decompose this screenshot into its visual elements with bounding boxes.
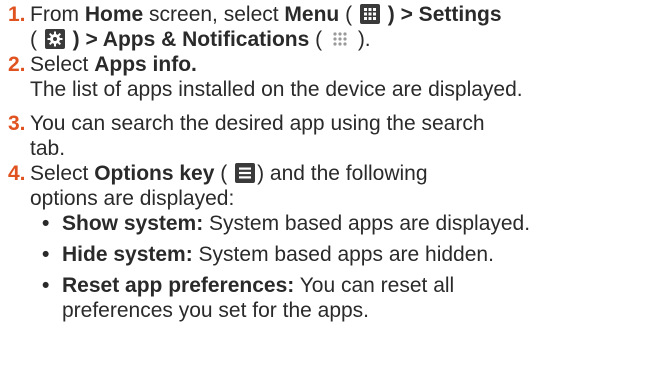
- step-line: tab.: [30, 136, 659, 161]
- apps-notifications-label: ) > Apps & Notifications: [66, 28, 310, 51]
- settings-gear-icon: [44, 29, 65, 49]
- option-name: Show system:: [62, 212, 204, 235]
- list-item: • Reset app preferences: You can reset a…: [40, 273, 659, 323]
- step-text: Select: [30, 162, 95, 185]
- step-text: Select: [30, 53, 95, 76]
- option-description: System based apps are displayed.: [203, 212, 531, 235]
- menu-grid-icon: [359, 4, 380, 24]
- step-text: The list of apps installed on the device…: [30, 78, 523, 101]
- list-item: • Hide system: System based apps are hid…: [40, 242, 659, 267]
- options-list-icon: [235, 163, 256, 183]
- step-line: You can search the desired app using the…: [30, 111, 659, 136]
- bullet-dot: •: [42, 274, 50, 297]
- step-text: You can search the desired app using the…: [30, 112, 485, 135]
- step-line: From Home screen, select Menu ( ) > Sett…: [30, 2, 659, 27]
- step-text: options are displayed:: [30, 187, 235, 210]
- step-text: tab.: [30, 137, 66, 160]
- step-body: From Home screen, select Menu ( ) > Sett…: [30, 2, 659, 52]
- bullet-dot: •: [42, 212, 50, 235]
- bullet-dot: •: [42, 243, 50, 266]
- step-line: ( ) > Apps & Notifications ( ).: [30, 27, 659, 52]
- step-line: Select Options key ( ) and the following: [30, 161, 659, 186]
- step-number: 4.: [8, 162, 26, 185]
- option-name: Hide system:: [62, 243, 193, 266]
- step-text: ).: [351, 28, 371, 51]
- list-item: • Show system: System based apps are dis…: [40, 211, 659, 236]
- home-label: Home: [84, 3, 144, 26]
- option-name: Reset app preferences:: [62, 274, 295, 297]
- instruction-document: 1. From Home screen, select Menu ( ) > S…: [0, 0, 659, 374]
- step-text: screen, select: [143, 3, 285, 26]
- apps-dots-icon: [333, 32, 347, 46]
- step-body: Select Options key ( ) and the following…: [30, 161, 659, 211]
- step-text: (: [214, 162, 234, 185]
- step-number: 3.: [8, 112, 26, 135]
- step-text: ) and the following: [257, 162, 428, 185]
- step-number: 1.: [8, 3, 26, 26]
- step-body: You can search the desired app using the…: [30, 111, 659, 161]
- step-text: (: [339, 3, 358, 26]
- step-line: options are displayed:: [30, 186, 659, 211]
- step-text: (: [30, 28, 43, 51]
- option-description: preferences you set for the apps.: [62, 299, 370, 322]
- step-number: 2.: [8, 53, 26, 76]
- step-text: From: [30, 3, 85, 26]
- option-description: You can reset all: [294, 274, 455, 297]
- options-key-label: Options key: [94, 162, 215, 185]
- step-body: Select Apps info. The list of apps insta…: [30, 52, 659, 102]
- apps-info-label: Apps info.: [94, 53, 197, 76]
- step-line: The list of apps installed on the device…: [30, 77, 659, 102]
- options-list: • Show system: System based apps are dis…: [40, 211, 659, 323]
- step-line: Select Apps info.: [30, 52, 659, 77]
- menu-label: Menu: [284, 3, 340, 26]
- option-description: System based apps are hidden.: [192, 243, 494, 266]
- settings-label: ) > Settings: [381, 3, 502, 26]
- step-text: (: [309, 28, 328, 51]
